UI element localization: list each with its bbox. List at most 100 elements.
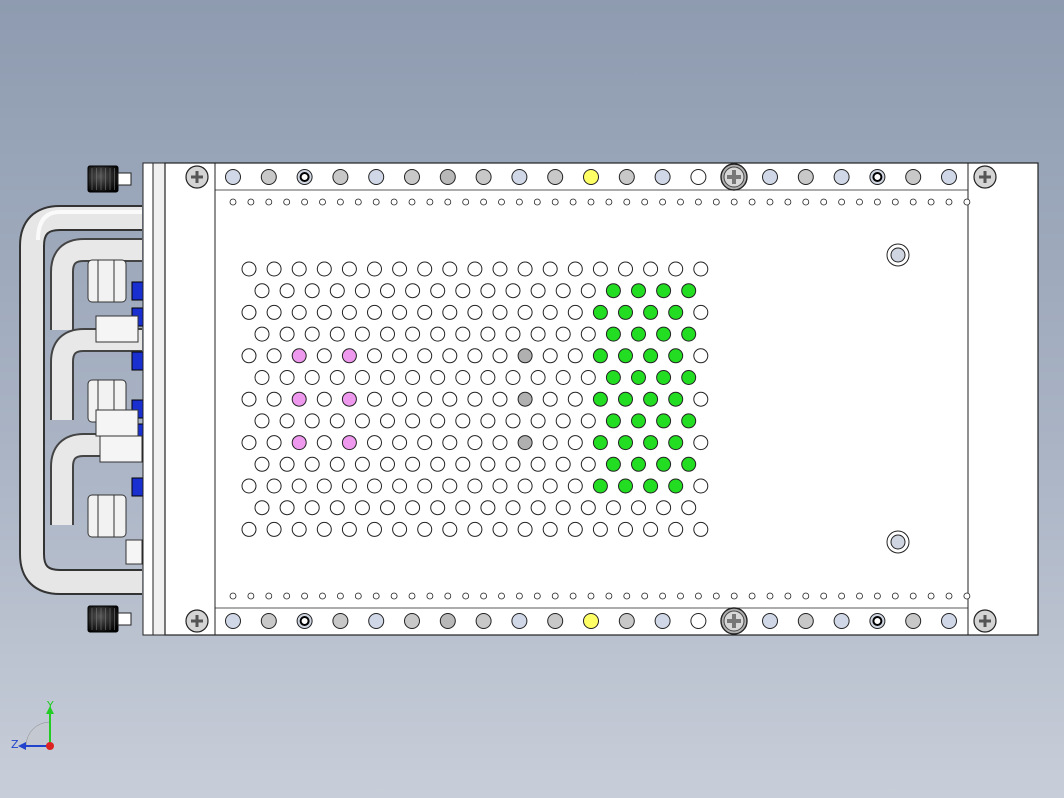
rail-screw <box>720 163 748 191</box>
rail-small-hole <box>784 198 792 206</box>
vent-hole <box>567 304 583 320</box>
rail-small-hole <box>480 592 488 600</box>
vent-hole <box>480 283 496 299</box>
rail-small-hole <box>229 592 237 600</box>
vent-hole <box>643 348 659 364</box>
vent-hole <box>392 261 408 277</box>
rail-small-hole <box>301 592 309 600</box>
vent-hole <box>291 435 307 451</box>
vent-hole <box>668 478 684 494</box>
vent-hole <box>618 435 633 451</box>
vent-hole <box>643 478 659 494</box>
vent-hole <box>329 413 345 429</box>
rail-hole <box>869 169 886 185</box>
vent-hole <box>291 348 307 364</box>
vent-hole <box>605 370 621 385</box>
cad-viewport[interactable]: Y Z <box>0 0 1064 798</box>
vent-hole <box>392 391 408 407</box>
vent-hole <box>304 283 320 299</box>
vent-hole <box>254 283 270 299</box>
vent-hole <box>505 283 521 299</box>
vent-hole <box>480 370 496 385</box>
vent-hole <box>656 283 672 299</box>
rail-hole <box>332 169 349 185</box>
rail-small-hole <box>587 198 595 206</box>
vent-hole <box>467 478 483 494</box>
rail-small-hole <box>659 198 666 206</box>
rail-hole <box>475 169 492 185</box>
vent-hole <box>405 370 421 385</box>
rail-small-hole <box>874 592 881 600</box>
rail-hole <box>905 613 922 629</box>
vent-hole <box>567 261 583 277</box>
vent-hole <box>455 370 471 385</box>
vent-hole <box>380 283 395 299</box>
vent-hole <box>567 435 583 451</box>
z-axis-label: Z <box>11 738 19 751</box>
vent-hole <box>480 500 496 516</box>
vent-hole <box>656 500 672 516</box>
vent-hole <box>567 348 583 364</box>
vent-hole <box>291 261 307 277</box>
vent-hole <box>266 261 282 277</box>
rail-small-hole <box>336 592 344 600</box>
rail-small-hole <box>891 592 899 600</box>
rail-small-hole <box>605 198 613 206</box>
vent-hole <box>681 456 697 472</box>
vent-hole <box>367 435 382 451</box>
vent-hole <box>367 521 382 537</box>
vent-hole <box>681 326 697 342</box>
rail-small-hole <box>247 198 255 206</box>
rail-small-hole <box>265 592 273 600</box>
vent-hole <box>405 456 421 472</box>
rail-small-hole <box>426 198 434 206</box>
vent-hole <box>530 326 546 342</box>
rail-small-hole <box>856 592 863 600</box>
vent-hole <box>367 391 382 407</box>
rail-small-hole <box>551 198 559 206</box>
vent-hole <box>291 304 307 320</box>
blue-connector <box>131 351 145 371</box>
vent-hole <box>367 304 382 320</box>
vent-hole <box>341 391 357 407</box>
vent-hole <box>254 370 270 385</box>
rail-small-hole <box>498 198 505 206</box>
rail-hole <box>332 613 349 629</box>
rail-small-hole <box>462 198 470 206</box>
rail-small-hole <box>247 592 255 600</box>
vent-hole <box>467 261 483 277</box>
vent-hole <box>392 348 408 364</box>
rail-small-hole <box>408 198 416 206</box>
vent-hole <box>668 348 684 364</box>
rail-small-hole <box>372 198 380 206</box>
vent-hole <box>592 261 608 277</box>
vent-hole <box>555 500 571 516</box>
rail-small-hole <box>766 198 774 206</box>
vent-hole <box>341 435 357 451</box>
rail-small-hole <box>766 592 774 600</box>
vent-hole <box>291 521 307 537</box>
vent-hole <box>517 304 533 320</box>
rail-small-hole <box>426 592 434 600</box>
cad-model-view[interactable]: Y Z <box>0 0 1064 798</box>
vent-hole <box>592 478 608 494</box>
vent-hole <box>542 348 558 364</box>
vent-hole <box>693 521 709 537</box>
vent-hole <box>505 370 521 385</box>
vent-hole <box>316 478 332 494</box>
rail-hole <box>404 613 420 629</box>
rail-small-hole <box>587 592 595 600</box>
rail-small-hole <box>945 198 953 206</box>
rail-small-hole <box>909 198 917 206</box>
vent-hole <box>530 370 546 385</box>
vent-hole <box>354 283 370 299</box>
vent-hole <box>505 326 521 342</box>
rail-small-hole <box>444 592 452 600</box>
vent-hole <box>592 348 608 364</box>
vent-hole <box>304 500 320 516</box>
rail-small-hole <box>909 592 917 600</box>
rail-small-hole <box>712 592 720 600</box>
vent-hole <box>341 261 357 277</box>
vent-hole <box>455 500 471 516</box>
vent-hole <box>517 435 533 451</box>
